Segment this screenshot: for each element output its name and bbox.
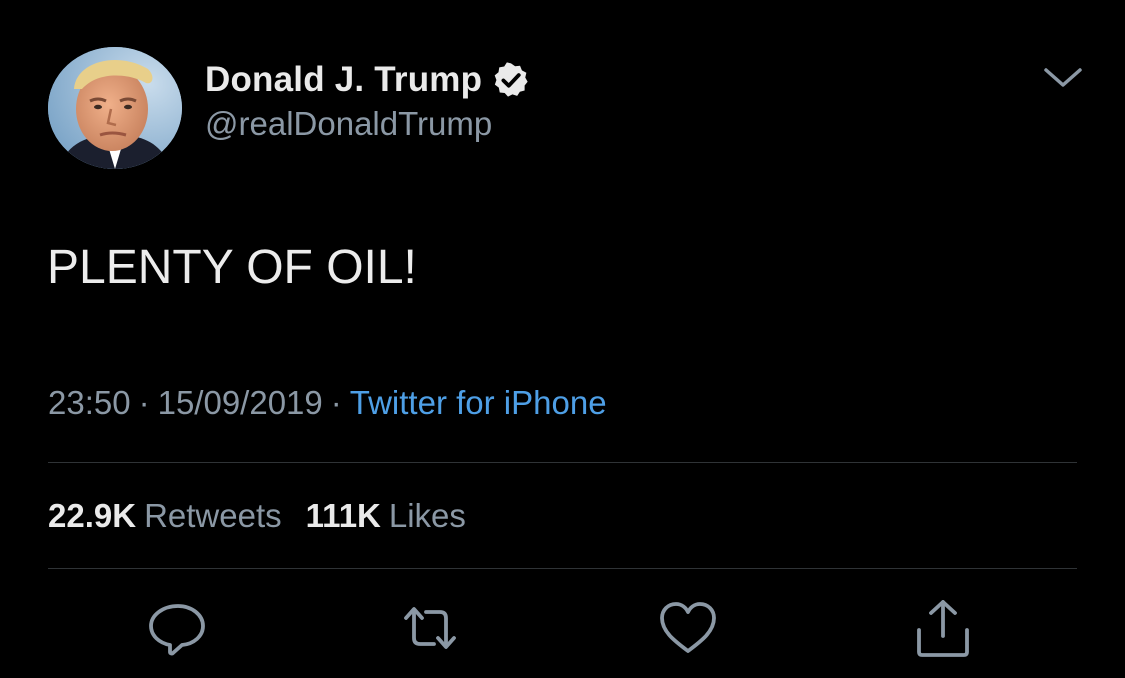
tweet-text: PLENTY OF OIL! [47,241,417,294]
tweet-meta: 23:50 · 15/09/2019 · Twitter for iPhone [48,384,607,422]
likes-label: Likes [388,497,466,534]
retweets-stat[interactable]: 22.9K Retweets [48,497,282,534]
divider [48,568,1077,569]
tweet-date[interactable]: 15/09/2019 [158,384,323,421]
like-icon [660,602,716,653]
tweet-actions [0,596,1125,666]
share-icon [917,600,969,657]
tweet-stats: 22.9K Retweets 111K Likes [48,497,466,535]
likes-count: 111K [305,497,381,534]
verified-badge-icon [492,61,530,99]
meta-separator: · [138,384,150,421]
author-handle[interactable]: @realDonaldTrump [205,105,492,143]
profile-photo-icon [48,47,182,169]
retweets-count: 22.9K [48,497,137,534]
reply-button[interactable] [145,596,209,660]
chevron-down-icon[interactable] [1040,60,1086,94]
retweets-label: Retweets [144,497,282,534]
tweet-time[interactable]: 23:50 [48,384,131,421]
author-name-row: Donald J. Trump [205,58,530,102]
tweet-source-link[interactable]: Twitter for iPhone [350,384,607,421]
like-button[interactable] [656,596,720,660]
reply-icon [149,604,205,656]
tweet-detail: Donald J. Trump @realDonaldTrump PLENTY … [0,0,1125,678]
author-avatar[interactable] [48,47,182,169]
divider [48,462,1077,463]
meta-separator: · [330,384,342,421]
retweet-button[interactable] [398,596,462,660]
retweet-icon [404,607,456,649]
author-display-name[interactable]: Donald J. Trump [205,60,482,100]
share-button[interactable] [911,596,975,660]
likes-stat[interactable]: 111K Likes [306,497,466,534]
